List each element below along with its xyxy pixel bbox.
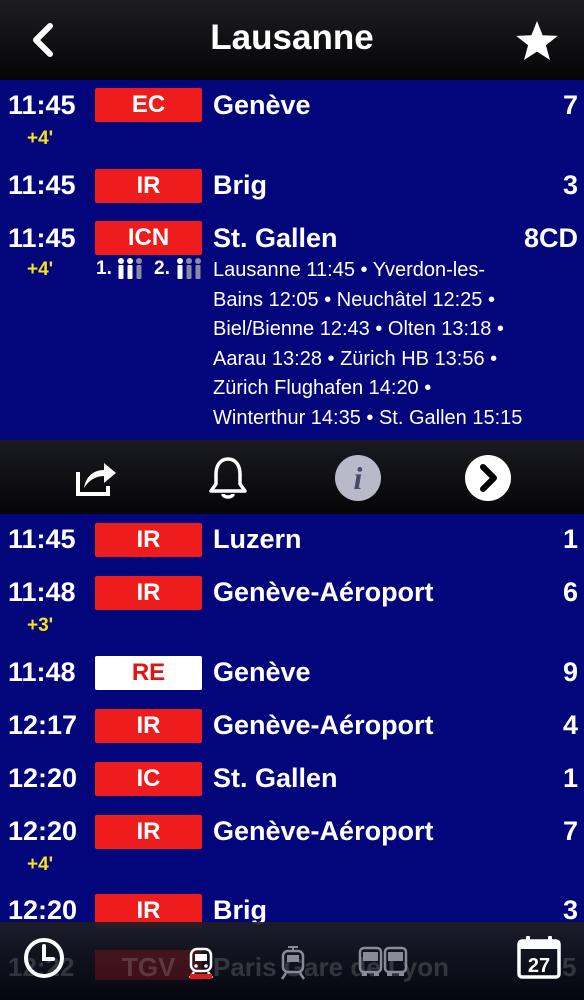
info-button[interactable]: i (334, 454, 382, 502)
share-icon (76, 463, 116, 496)
train-category-badge: IR (95, 815, 202, 849)
delay-label: +4' (27, 854, 54, 875)
stops-line: Winterthur 14:35 • St. Gallen 15:15 (213, 406, 523, 429)
departure-row[interactable]: 11:45 IR Luzern 1 (0, 522, 584, 572)
stops-line: Lausanne 11:45 • Yverdon-les- (213, 259, 486, 281)
train-category-badge: ICN (95, 221, 202, 255)
platform-label: 6 (562, 577, 578, 607)
departure-time: 11:45 (8, 170, 76, 200)
departure-row[interactable]: 11:45 IR Brig 3 (0, 168, 584, 218)
destination-label: Genève-Aéroport (213, 577, 434, 607)
train-category-label: TGV (122, 952, 176, 982)
stops-list: Lausanne 11:45 • Yverdon-les- Bains 12:0… (213, 256, 583, 433)
bus-icon (358, 946, 408, 976)
tab-calendar[interactable]: 27 (516, 934, 562, 985)
first-class-label: 1. (96, 258, 112, 279)
departure-row[interactable]: 11:48 +3' IR Genève-Aéroport 6 (0, 575, 584, 651)
platform-label: 8CD (523, 223, 578, 253)
departure-time: 12:20 (8, 895, 78, 925)
occupancy-people-icon (118, 258, 142, 279)
page-title: Lausanne (210, 18, 374, 57)
departure-row[interactable]: 11:45 +4' EC Genève 7 (0, 86, 584, 166)
destination-label: Paris Gare de Lyon (213, 952, 450, 982)
departure-row[interactable]: 11:48 RE Genève 9 (0, 655, 584, 705)
stops-line: Zürich Flughafen 14:20 • (213, 377, 432, 399)
platform-label: 9 (562, 657, 578, 687)
platform-label: 7 (562, 816, 578, 846)
departure-time: 11:48 (8, 657, 76, 687)
back-button[interactable] (24, 20, 64, 60)
next-button[interactable] (464, 454, 512, 502)
departure-time: 11:45 (8, 90, 76, 120)
stops-line: Aarau 13:28 • Zürich HB 13:56 • (213, 347, 498, 370)
destination-label: Genève (213, 657, 311, 687)
back-chevron-icon (33, 23, 53, 57)
destination-label: St. Gallen (213, 763, 338, 793)
destination-label: Luzern (213, 524, 302, 554)
next-arrow-icon (465, 455, 511, 501)
platform-label: 3 (562, 895, 578, 925)
platform-label: 5 (562, 952, 577, 982)
tab-train[interactable] (186, 946, 216, 985)
calendar-icon: 27 (517, 936, 561, 979)
departure-row[interactable]: 12:20 +4' IR Genève-Aéroport 7 (0, 814, 584, 890)
platform-label: 1 (562, 524, 578, 554)
destination-label: Genève-Aéroport (213, 816, 434, 846)
tab-tram[interactable] (278, 946, 308, 985)
action-bar: i (0, 440, 584, 514)
stops-line: Bains 12:05 • Neuchâtel 12:25 • (213, 288, 495, 311)
train-icon (188, 947, 214, 979)
calendar-day-label: 27 (528, 955, 550, 977)
platform-label: 4 (562, 710, 578, 740)
departure-time: 12:20 (8, 763, 78, 793)
clock-icon (24, 938, 64, 978)
departure-time: 11:45 (8, 223, 76, 253)
departure-time: 11:45 (8, 524, 76, 554)
info-icon: i (335, 455, 381, 501)
second-class-label: 2. (154, 258, 170, 279)
svg-text:i: i (354, 460, 363, 496)
platform-label: 7 (562, 90, 578, 120)
occupancy-people-icon (177, 258, 201, 279)
train-category-badge: IC (95, 762, 202, 796)
train-category-badge: RE (95, 656, 202, 690)
favorite-button[interactable] (514, 18, 560, 64)
destination-label: Brig (213, 170, 267, 200)
share-button[interactable] (72, 454, 120, 502)
train-category-badge: EC (95, 88, 202, 122)
delay-label: +4' (27, 128, 54, 149)
bell-icon (209, 457, 247, 499)
platform-label: 1 (562, 763, 578, 793)
tab-bus[interactable] (358, 944, 408, 983)
destination-label: Genève-Aéroport (213, 710, 434, 740)
alarm-button[interactable] (204, 454, 252, 502)
train-category-badge: IR (95, 169, 202, 203)
star-icon (516, 21, 558, 60)
destination-label: Genève (213, 90, 311, 120)
tram-icon (280, 946, 306, 980)
departure-time: 12:17 (8, 710, 78, 740)
destination-label: St. Gallen (213, 223, 338, 253)
delay-label: +4' (27, 259, 54, 280)
train-category-badge: IR (95, 523, 202, 557)
stops-line: Biel/Bienne 12:43 • Olten 13:18 • (213, 318, 504, 340)
destination-label: Brig (213, 895, 267, 925)
platform-label: 3 (562, 170, 578, 200)
tab-clock[interactable] (22, 936, 66, 985)
departure-time: 12:20 (8, 816, 78, 846)
departure-row[interactable]: 12:17 IR Genève-Aéroport 4 (0, 708, 584, 758)
train-category-badge: IR (95, 709, 202, 743)
delay-label: +3' (27, 615, 54, 636)
departure-row[interactable]: 12:20 IC St. Gallen 1 (0, 761, 584, 811)
departure-time: 11:48 (8, 577, 76, 607)
train-category-badge: IR (95, 576, 202, 610)
header-bar: Lausanne (0, 0, 584, 80)
